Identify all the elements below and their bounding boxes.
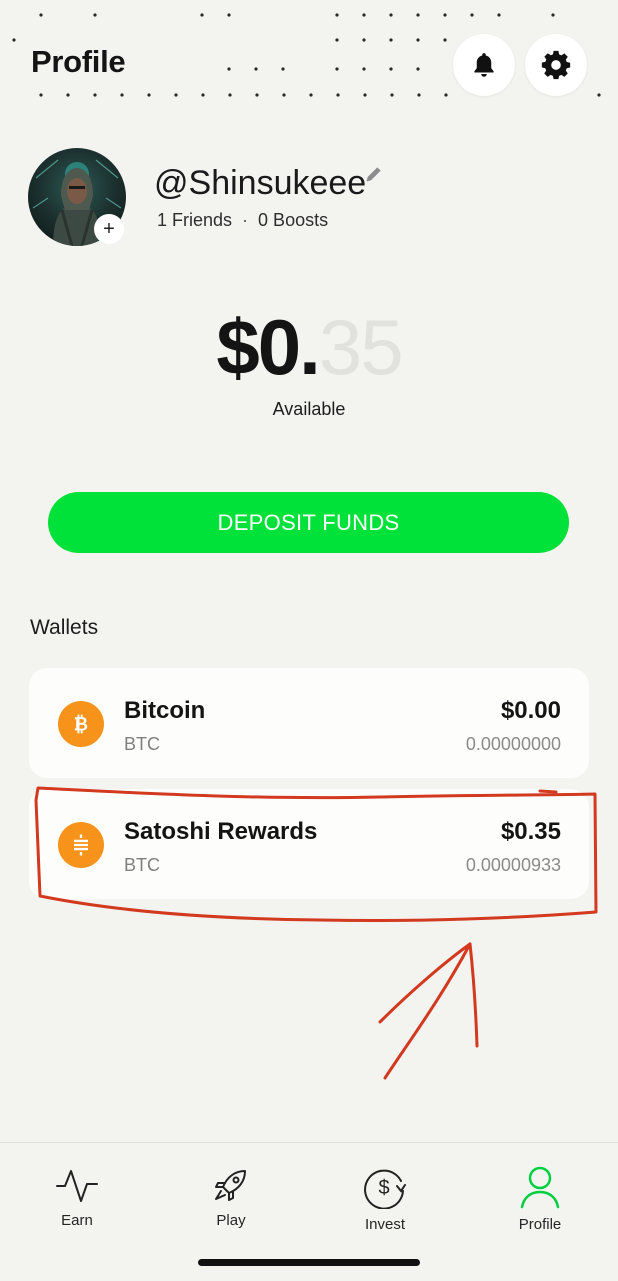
satoshi-icon: [58, 822, 104, 868]
balance-label: Available: [272, 399, 346, 419]
wallet-ticker: BTC: [124, 734, 160, 754]
gear-icon: [541, 50, 571, 80]
balance-amount: $0.35: [0, 308, 618, 386]
bell-icon: [474, 53, 494, 77]
nav-label: Profile: [518, 1216, 562, 1233]
wallet-name: Bitcoin: [124, 697, 206, 724]
page-title: Profile: [31, 44, 126, 79]
separator: ·: [242, 210, 249, 230]
settings-button[interactable]: [525, 34, 587, 96]
wallet-ticker: BTC: [124, 855, 160, 875]
deposit-funds-button[interactable]: DEPOSIT FUNDS: [48, 492, 569, 553]
svg-text:$: $: [378, 1177, 389, 1199]
add-avatar-button[interactable]: +: [94, 214, 124, 244]
wallet-btc-value: 0.00000000: [465, 734, 561, 754]
notifications-button[interactable]: [453, 34, 515, 96]
wallet-card-bitcoin[interactable]: Bitcoin BTC $0.00 0.00000000: [29, 668, 589, 778]
balance-cents: 35: [318, 303, 404, 391]
nav-profile[interactable]: Profile: [480, 1165, 600, 1235]
wallet-card-satoshi-rewards[interactable]: Satoshi Rewards BTC $0.35 0.00000933: [29, 789, 589, 899]
activity-icon: [56, 1170, 98, 1202]
nav-label: Play: [216, 1212, 246, 1229]
dollar-cycle-icon: $: [364, 1169, 406, 1209]
wallet-usd-value: $0.00: [500, 697, 561, 724]
user-icon: [520, 1166, 560, 1209]
nav-invest[interactable]: $ Invest: [325, 1165, 445, 1235]
wallet-usd-value: $0.35: [500, 818, 561, 845]
bitcoin-icon: [58, 701, 104, 747]
home-indicator[interactable]: [198, 1259, 420, 1266]
wallet-btc-value: 0.00000933: [465, 855, 561, 875]
wallet-name: Satoshi Rewards: [124, 818, 318, 845]
balance-dollars: $0.: [216, 303, 320, 391]
username: @Shinsukeee: [154, 164, 367, 202]
rocket-icon: [215, 1170, 246, 1201]
friends-count[interactable]: 1 Friends: [157, 210, 232, 231]
boosts-count[interactable]: 0 Boosts: [258, 210, 328, 231]
avatar[interactable]: +: [28, 148, 126, 246]
nav-play[interactable]: Play: [171, 1165, 291, 1235]
nav-label: Invest: [364, 1216, 406, 1233]
wallets-heading: Wallets: [30, 616, 99, 639]
nav-label: Earn: [61, 1212, 93, 1229]
nav-earn[interactable]: Earn: [17, 1165, 137, 1235]
social-stats: 1 Friends · 0 Boosts: [157, 210, 328, 231]
pencil-icon[interactable]: [364, 164, 384, 184]
